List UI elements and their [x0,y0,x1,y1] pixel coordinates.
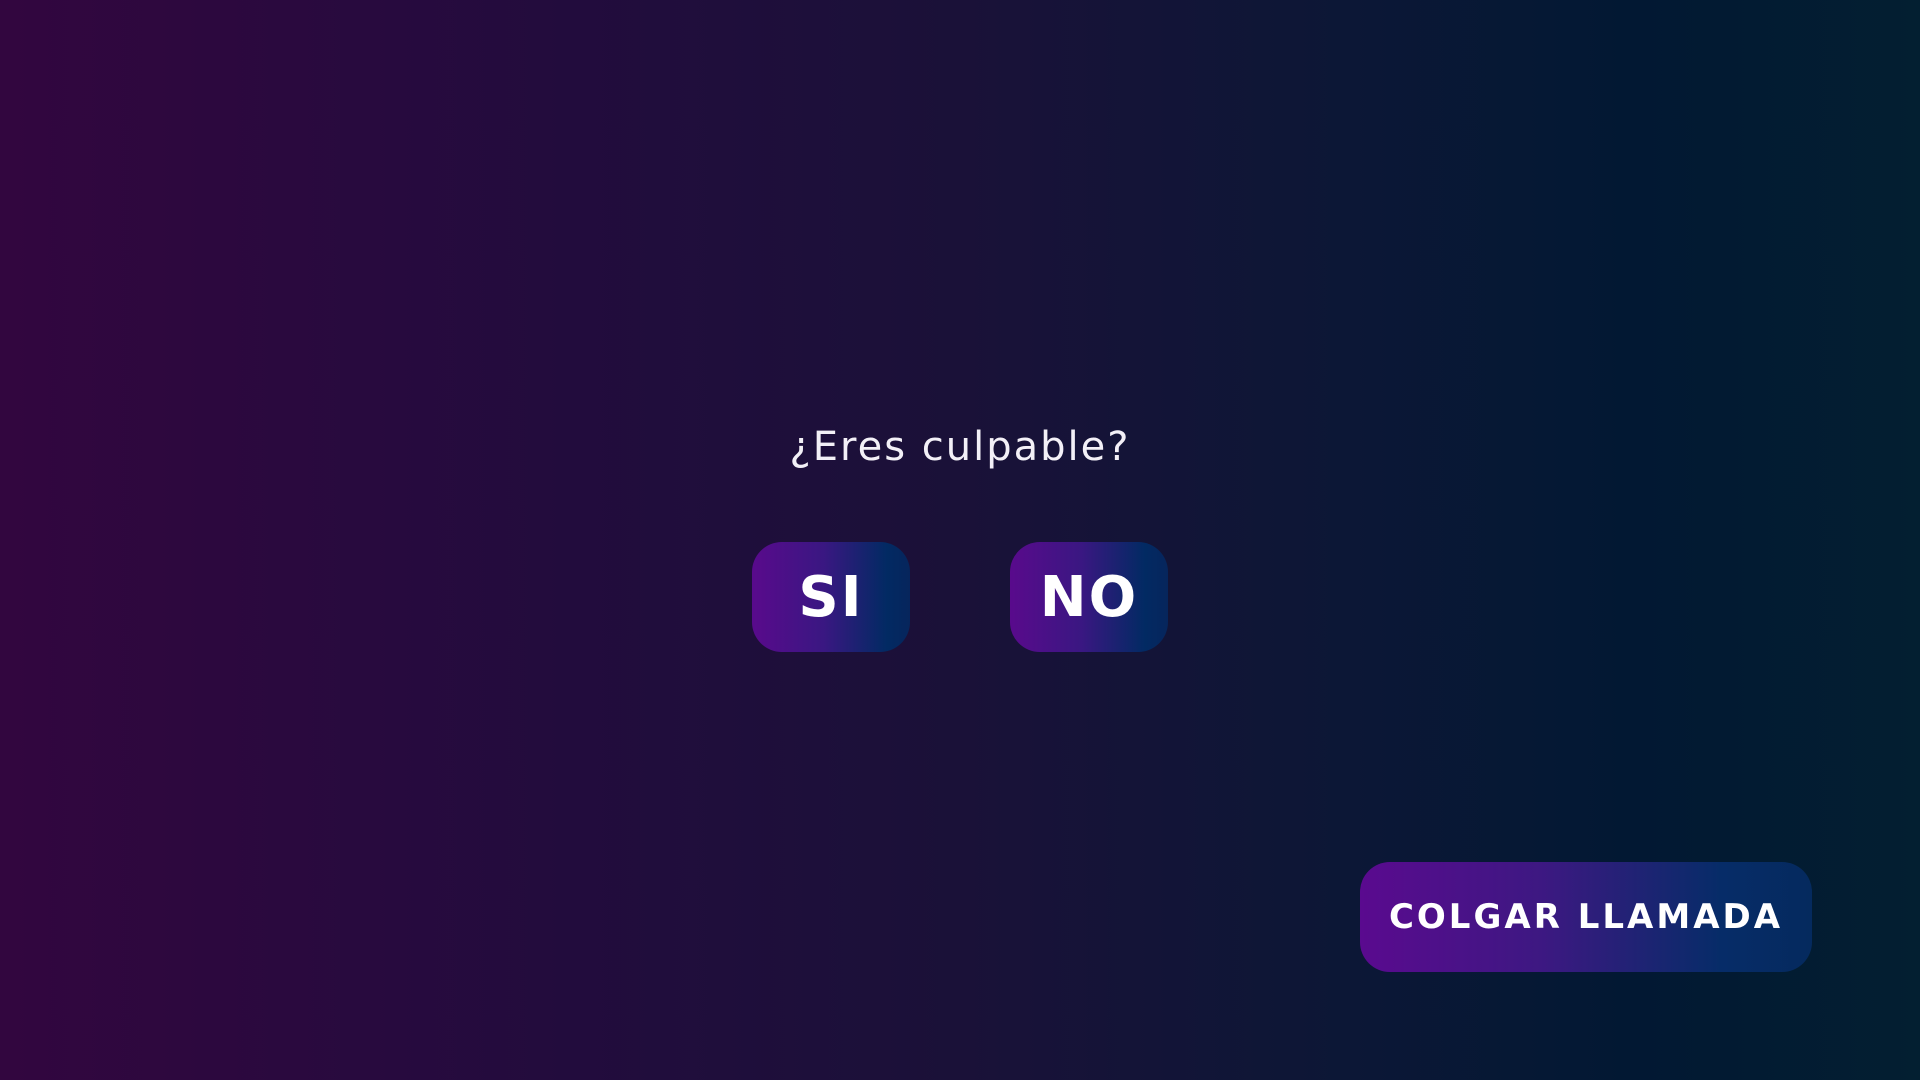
yes-button[interactable]: SI [752,542,910,652]
yes-button-label: SI [798,564,864,630]
hang-up-call-button[interactable]: COLGAR LLAMADA [1360,862,1812,972]
no-button-label: NO [1039,564,1139,630]
game-screen: ¿Eres culpable? SI NO COLGAR LLAMADA [0,0,1920,1080]
no-button[interactable]: NO [1010,542,1168,652]
question-text: ¿Eres culpable? [789,424,1131,470]
hang-up-call-label: COLGAR LLAMADA [1388,897,1784,937]
